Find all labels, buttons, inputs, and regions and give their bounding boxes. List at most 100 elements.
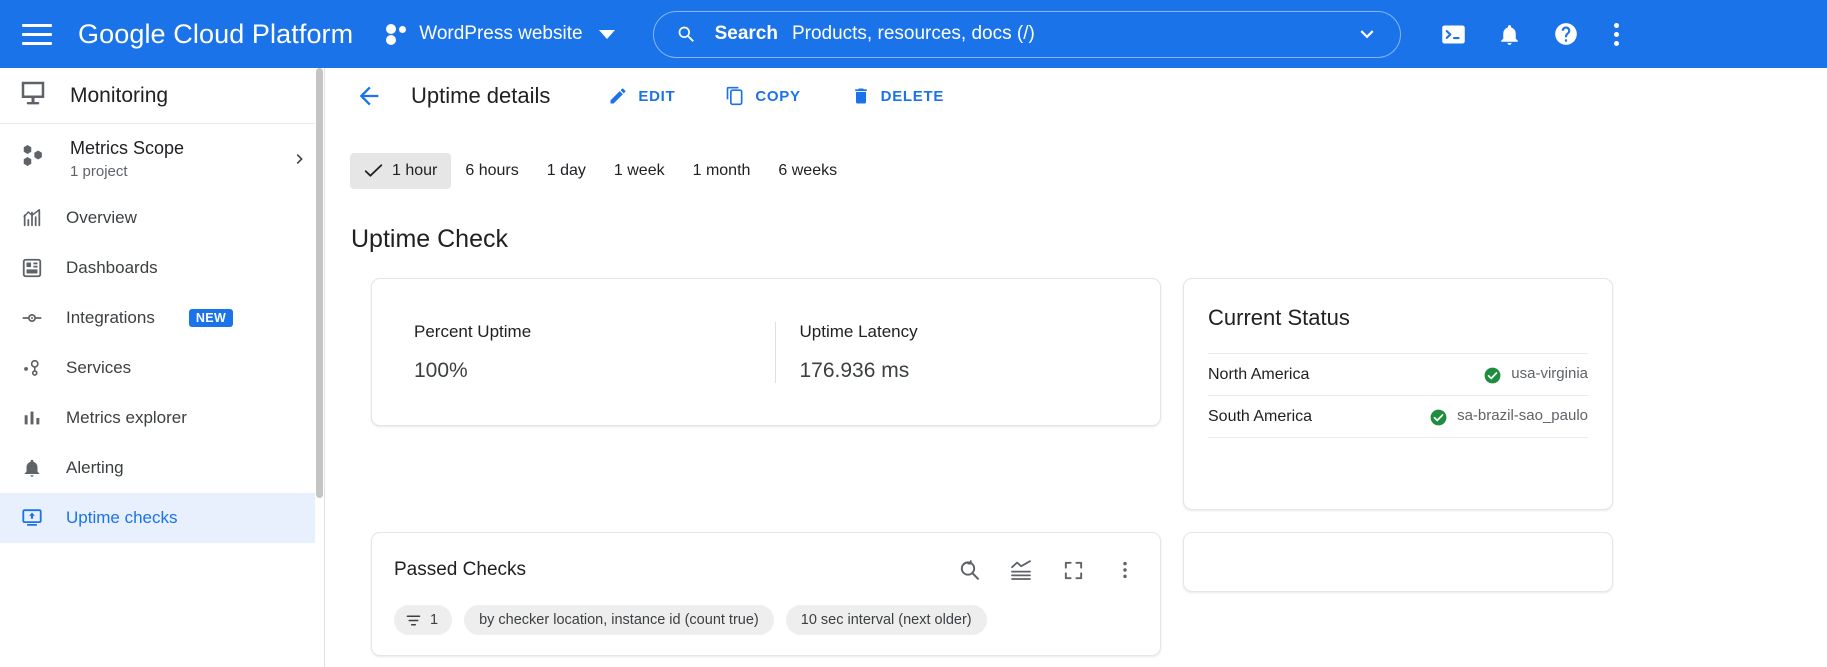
sidebar-product-header[interactable]: Monitoring <box>0 68 324 124</box>
copy-duplicate-icon <box>727 86 743 106</box>
status-badge-new: NEW <box>188 309 234 327</box>
charts-row: Passed Checks 1 by checker location, ins… <box>325 510 1827 656</box>
chart-type-icon[interactable] <box>1008 557 1034 583</box>
search-icon <box>678 26 694 42</box>
filter-lines-icon <box>406 614 421 626</box>
status-location-label: sa-brazil-sao_paulo <box>1457 407 1588 424</box>
back-arrow-icon[interactable] <box>349 76 389 116</box>
status-location-label: usa-virginia <box>1511 365 1588 382</box>
metrics-scope-selector[interactable]: Metrics Scope 1 project <box>0 124 324 193</box>
status-value: usa-virginia <box>1483 364 1588 385</box>
detail-header-bar: Uptime details EDIT COPY DELETE <box>325 68 1827 125</box>
uptime-latency-label: Uptime Latency <box>799 321 918 341</box>
time-range-1-week[interactable]: 1 week <box>600 153 679 189</box>
sidebar-item-alerting[interactable]: Alerting <box>0 443 324 493</box>
delete-button-label: DELETE <box>880 87 945 105</box>
copy-button-label: COPY <box>755 87 801 105</box>
sidebar-item-overview[interactable]: Overview <box>0 193 324 243</box>
check-circle-icon <box>1484 367 1501 384</box>
trash-delete-icon <box>854 88 867 104</box>
group-by-chip[interactable]: by checker location, instance id (count … <box>464 605 774 635</box>
time-range-label: 1 hour <box>392 162 438 179</box>
project-dots-icon <box>386 22 408 46</box>
status-row: South America sa-brazil-sao_paulo <box>1208 395 1588 437</box>
interval-chip[interactable]: 10 sec interval (next older) <box>785 605 987 635</box>
secondary-side-card <box>1183 532 1613 592</box>
summary-cards-row: Percent Uptime 100% Uptime Latency 176.9… <box>325 254 1827 510</box>
chart-filter-chips: 1 by checker location, instance id (coun… <box>394 605 1138 635</box>
check-circle-icon <box>1430 409 1447 426</box>
uptime-metrics-card: Percent Uptime 100% Uptime Latency 176.9… <box>371 278 1161 426</box>
delete-button[interactable]: DELETE <box>841 78 954 114</box>
status-region-label: South America <box>1208 408 1313 425</box>
percent-uptime-value: 100% <box>414 358 468 382</box>
project-picker[interactable]: WordPress website <box>386 22 615 46</box>
fullscreen-expand-icon[interactable] <box>1060 557 1086 583</box>
caret-down-icon <box>598 29 615 39</box>
sidebar-item-metrics-explorer[interactable]: Metrics explorer <box>0 393 324 443</box>
time-range-1-month[interactable]: 1 month <box>679 153 765 189</box>
bar-chart-icon <box>20 406 44 430</box>
sidebar-scrollbar[interactable] <box>315 68 324 667</box>
search-label: Search <box>714 23 778 44</box>
status-card-divider <box>1208 437 1588 471</box>
left-sidebar: Monitoring Metrics Scope 1 project Overv… <box>0 68 325 667</box>
sidebar-item-label: Services <box>66 358 132 377</box>
integrations-node-icon <box>20 306 44 330</box>
sidebar-item-uptime-checks[interactable]: Uptime checks <box>0 493 324 543</box>
overview-chart-icon <box>20 206 44 230</box>
hamburger-menu-icon[interactable] <box>22 17 56 51</box>
sidebar-item-dashboards[interactable]: Dashboards <box>0 243 324 293</box>
top-navigation-bar: Google Cloud Platform WordPress website … <box>0 0 1827 68</box>
edit-button-label: EDIT <box>638 87 676 105</box>
section-title: Uptime Check <box>351 225 508 253</box>
reset-zoom-icon[interactable] <box>956 557 982 583</box>
filter-count-label: 1 <box>430 612 439 628</box>
passed-checks-title: Passed Checks <box>394 559 527 580</box>
current-status-title: Current Status <box>1208 305 1350 330</box>
status-row: North America usa-virginia <box>1208 353 1588 395</box>
sidebar-product-title: Monitoring <box>70 83 169 107</box>
sidebar-item-label: Alerting <box>66 458 124 477</box>
edit-button[interactable]: EDIT <box>598 78 685 114</box>
time-range-selector: 1 hour 6 hours 1 day 1 week 1 month 6 we… <box>325 125 1827 189</box>
chevron-right-icon <box>296 153 303 164</box>
chart-toolbar <box>956 557 1138 583</box>
gcp-monitoring-page: Google Cloud Platform WordPress website … <box>0 0 1827 667</box>
cloud-shell-icon[interactable] <box>1437 17 1471 51</box>
time-range-6-weeks[interactable]: 6 weeks <box>764 153 851 189</box>
global-search-bar[interactable]: Search <box>652 10 1401 58</box>
search-input[interactable] <box>791 23 1350 45</box>
filter-count-chip[interactable]: 1 <box>394 605 453 635</box>
time-range-6-hours[interactable]: 6 hours <box>451 153 532 189</box>
help-question-icon[interactable] <box>1549 17 1583 51</box>
metrics-scope-icon <box>18 141 48 176</box>
notifications-bell-icon[interactable] <box>1493 17 1527 51</box>
topbar-icon-group <box>1437 17 1629 51</box>
sidebar-item-label: Metrics explorer <box>66 408 187 427</box>
sidebar-item-label: Uptime checks <box>66 508 178 527</box>
more-vert-kebab-icon[interactable] <box>1112 557 1138 583</box>
more-vert-kebab-icon[interactable] <box>1605 22 1629 46</box>
time-range-1-hour[interactable]: 1 hour <box>350 153 452 189</box>
sidebar-item-services[interactable]: Services <box>0 343 324 393</box>
services-nodes-icon <box>20 356 44 380</box>
bell-icon <box>20 456 44 480</box>
google-cloud-platform-logo[interactable]: Google Cloud Platform <box>78 19 353 50</box>
sidebar-scrollbar-thumb[interactable] <box>316 68 323 498</box>
page-body: Monitoring Metrics Scope 1 project Overv… <box>0 68 1827 667</box>
project-name-label: WordPress website <box>419 23 583 44</box>
sidebar-item-label: Integrations <box>66 308 155 327</box>
copy-button[interactable]: COPY <box>715 78 810 114</box>
search-dropdown-chevron-down-icon[interactable] <box>1350 17 1384 51</box>
sidebar-item-label: Overview <box>66 208 137 227</box>
uptime-monitor-icon <box>20 506 44 530</box>
passed-checks-header: Passed Checks <box>394 557 1138 583</box>
time-range-1-day[interactable]: 1 day <box>533 153 600 189</box>
metrics-scope-text: Metrics Scope 1 project <box>70 137 268 180</box>
sidebar-item-integrations[interactable]: Integrations NEW <box>0 293 324 343</box>
metrics-scope-title: Metrics Scope <box>70 138 185 158</box>
current-status-card: Current Status North America usa-virgini… <box>1183 278 1613 510</box>
sidebar-item-label: Dashboards <box>66 258 158 277</box>
percent-uptime-label: Percent Uptime <box>414 321 532 341</box>
